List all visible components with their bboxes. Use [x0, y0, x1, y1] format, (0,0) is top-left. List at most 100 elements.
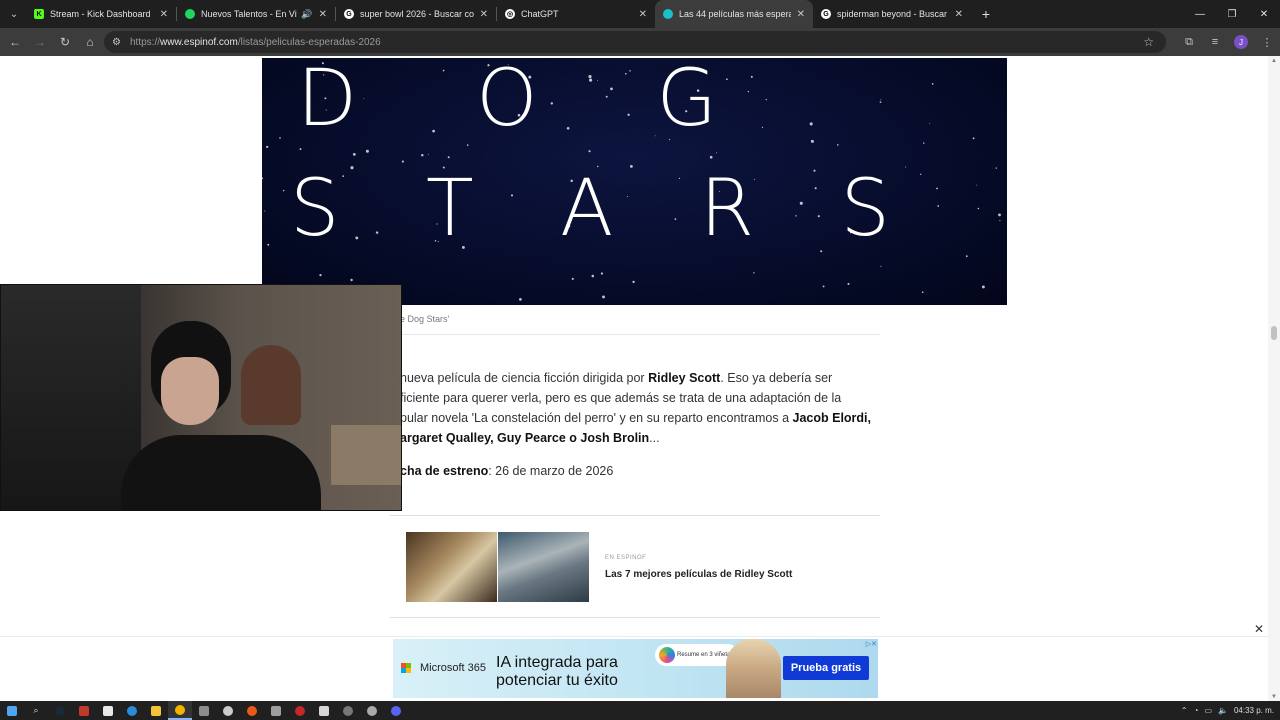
app-icon[interactable]: [264, 701, 288, 720]
speaker-icon[interactable]: 🔊: [301, 9, 312, 20]
file-icon[interactable]: [96, 701, 120, 720]
app-icon[interactable]: [360, 701, 384, 720]
start-icon[interactable]: [0, 701, 24, 720]
related-thumbnail[interactable]: [406, 532, 497, 602]
bookmark-star-icon[interactable]: ☆: [1143, 35, 1154, 49]
search-icon[interactable]: ⌕: [24, 701, 48, 720]
app-icon[interactable]: [288, 701, 312, 720]
star-dot: [995, 167, 997, 169]
address-bar[interactable]: ⚙ https://www.espinof.com/listas/pelicul…: [104, 31, 1166, 53]
window-controls: — ❐ ✕: [1184, 0, 1280, 28]
director-name: Ridley Scott: [648, 371, 721, 385]
profile-avatar[interactable]: J: [1234, 35, 1248, 49]
menu-icon[interactable]: ⋮: [1254, 30, 1280, 54]
app-icon[interactable]: [336, 701, 360, 720]
discord-icon[interactable]: [384, 701, 408, 720]
ad-cta-button[interactable]: Prueba gratis: [783, 656, 869, 680]
app-icon[interactable]: [192, 701, 216, 720]
minimize-icon[interactable]: —: [1184, 0, 1216, 28]
steam-icon[interactable]: [48, 701, 72, 720]
tab-title: Las 44 películas más esperadas: [679, 9, 791, 19]
microsoft-logo-icon: [401, 663, 411, 673]
ad-close-icon[interactable]: ✕: [1254, 622, 1264, 636]
image-caption: e Dog Stars': [400, 314, 450, 324]
tab-google-superbowl[interactable]: G super bowl 2026 - Buscar con G ✕: [336, 0, 496, 28]
tray-chevron-icon[interactable]: ⌃: [1181, 706, 1188, 715]
close-window-icon[interactable]: ✕: [1248, 0, 1280, 28]
browser-toolbar: ← → ↻ ⌂ ⚙ https://www.espinof.com/listas…: [0, 28, 1280, 56]
close-icon[interactable]: ✕: [480, 9, 488, 20]
hero-image-the-dog-stars: D O G S T A R S: [262, 58, 1007, 305]
display-icon[interactable]: ▭: [1204, 706, 1212, 715]
app-icon[interactable]: [312, 701, 336, 720]
media-controls-icon[interactable]: ≡: [1202, 30, 1228, 54]
webcam-shelf: [331, 425, 401, 485]
url-scheme: https://: [130, 36, 161, 48]
ad-banner[interactable]: Microsoft 365 IA integrada para potencia…: [393, 639, 878, 698]
scroll-down-icon[interactable]: ▼: [1271, 694, 1277, 700]
star-dot: [632, 280, 635, 284]
tab-google-spiderman[interactable]: G spiderman beyond - Buscar con ✕: [813, 0, 971, 28]
app-icon[interactable]: [216, 701, 240, 720]
ad-choices-icon[interactable]: ▷✕: [866, 640, 877, 648]
tab-chatgpt[interactable]: ◎ ChatGPT ✕: [497, 0, 655, 28]
url-path: /listas/peliculas-esperadas-2026: [237, 36, 381, 48]
chrome-icon[interactable]: [168, 701, 192, 720]
star-dot: [266, 145, 269, 148]
hero-letter: R: [699, 164, 755, 254]
ad-person-image: [726, 639, 781, 698]
restore-icon[interactable]: ❐: [1216, 0, 1248, 28]
cast-name: Jacob Elordi,: [792, 411, 872, 425]
tab-kick[interactable]: K Stream - Kick Dashboard ✕: [26, 0, 176, 28]
app-icon[interactable]: [240, 701, 264, 720]
scroll-up-icon[interactable]: ▲: [1271, 58, 1277, 64]
scroll-thumb[interactable]: [1271, 326, 1277, 340]
tab-espinof[interactable]: Las 44 películas más esperadas ✕: [655, 0, 813, 28]
page-scrollbar[interactable]: ▲ ▼: [1268, 56, 1280, 702]
star-dot: [466, 144, 469, 146]
star-dot: [880, 265, 882, 267]
ad-headline-line: potenciar tu éxito: [496, 672, 618, 689]
volume-icon[interactable]: 🔈: [1218, 706, 1228, 715]
close-icon[interactable]: ✕: [955, 9, 963, 20]
close-icon[interactable]: ✕: [639, 9, 647, 20]
star-dot: [602, 295, 605, 299]
ad-badge-text: Resume en 3 viñetas: [677, 652, 734, 658]
ad-headline: IA integrada para potenciar tu éxito: [496, 654, 618, 690]
hero-letter: S: [840, 164, 890, 254]
close-icon[interactable]: ✕: [160, 9, 168, 20]
close-icon[interactable]: ✕: [319, 9, 327, 20]
related-kicker: EN ESPINOF: [605, 555, 647, 561]
star-dot: [401, 160, 404, 163]
app-icon[interactable]: [72, 701, 96, 720]
edge-icon[interactable]: [120, 701, 144, 720]
star-dot: [726, 78, 728, 81]
home-button[interactable]: ⌂: [78, 30, 102, 54]
related-title-link[interactable]: Las 7 mejores películas de Ridley Scott: [605, 569, 792, 580]
reload-button[interactable]: ↻: [53, 30, 77, 54]
site-info-icon[interactable]: ⚙: [112, 37, 128, 48]
text-run: ...: [649, 431, 660, 445]
hero-letter: A: [560, 164, 614, 254]
spotify-icon: [185, 9, 195, 19]
star-dot: [936, 187, 938, 190]
network-icon[interactable]: ◔: [1194, 706, 1199, 715]
webcam-person-face: [161, 357, 219, 425]
folder-icon[interactable]: [144, 701, 168, 720]
star-dot: [879, 101, 882, 103]
tab-search-button[interactable]: ⌄: [2, 3, 26, 25]
extensions-icon[interactable]: ⧉: [1176, 30, 1202, 54]
star-dot: [765, 98, 767, 101]
clock[interactable]: 04:33 p. m.: [1234, 706, 1274, 715]
related-article-card[interactable]: EN ESPINOF Las 7 mejores películas de Ri…: [406, 532, 876, 602]
related-thumbnail[interactable]: [498, 532, 589, 602]
star-dot: [267, 243, 270, 246]
toolbar-right: ⧉ ≡ J ⋮: [1176, 30, 1280, 54]
star-dot: [929, 122, 931, 124]
close-icon[interactable]: ✕: [797, 9, 805, 20]
back-button[interactable]: ←: [3, 30, 27, 54]
star-dot: [591, 274, 595, 278]
forward-button[interactable]: →: [28, 30, 52, 54]
new-tab-button[interactable]: +: [975, 3, 997, 25]
tab-spotify[interactable]: Nuevos Talentos - En Vivo 🔊 ✕: [177, 0, 335, 28]
